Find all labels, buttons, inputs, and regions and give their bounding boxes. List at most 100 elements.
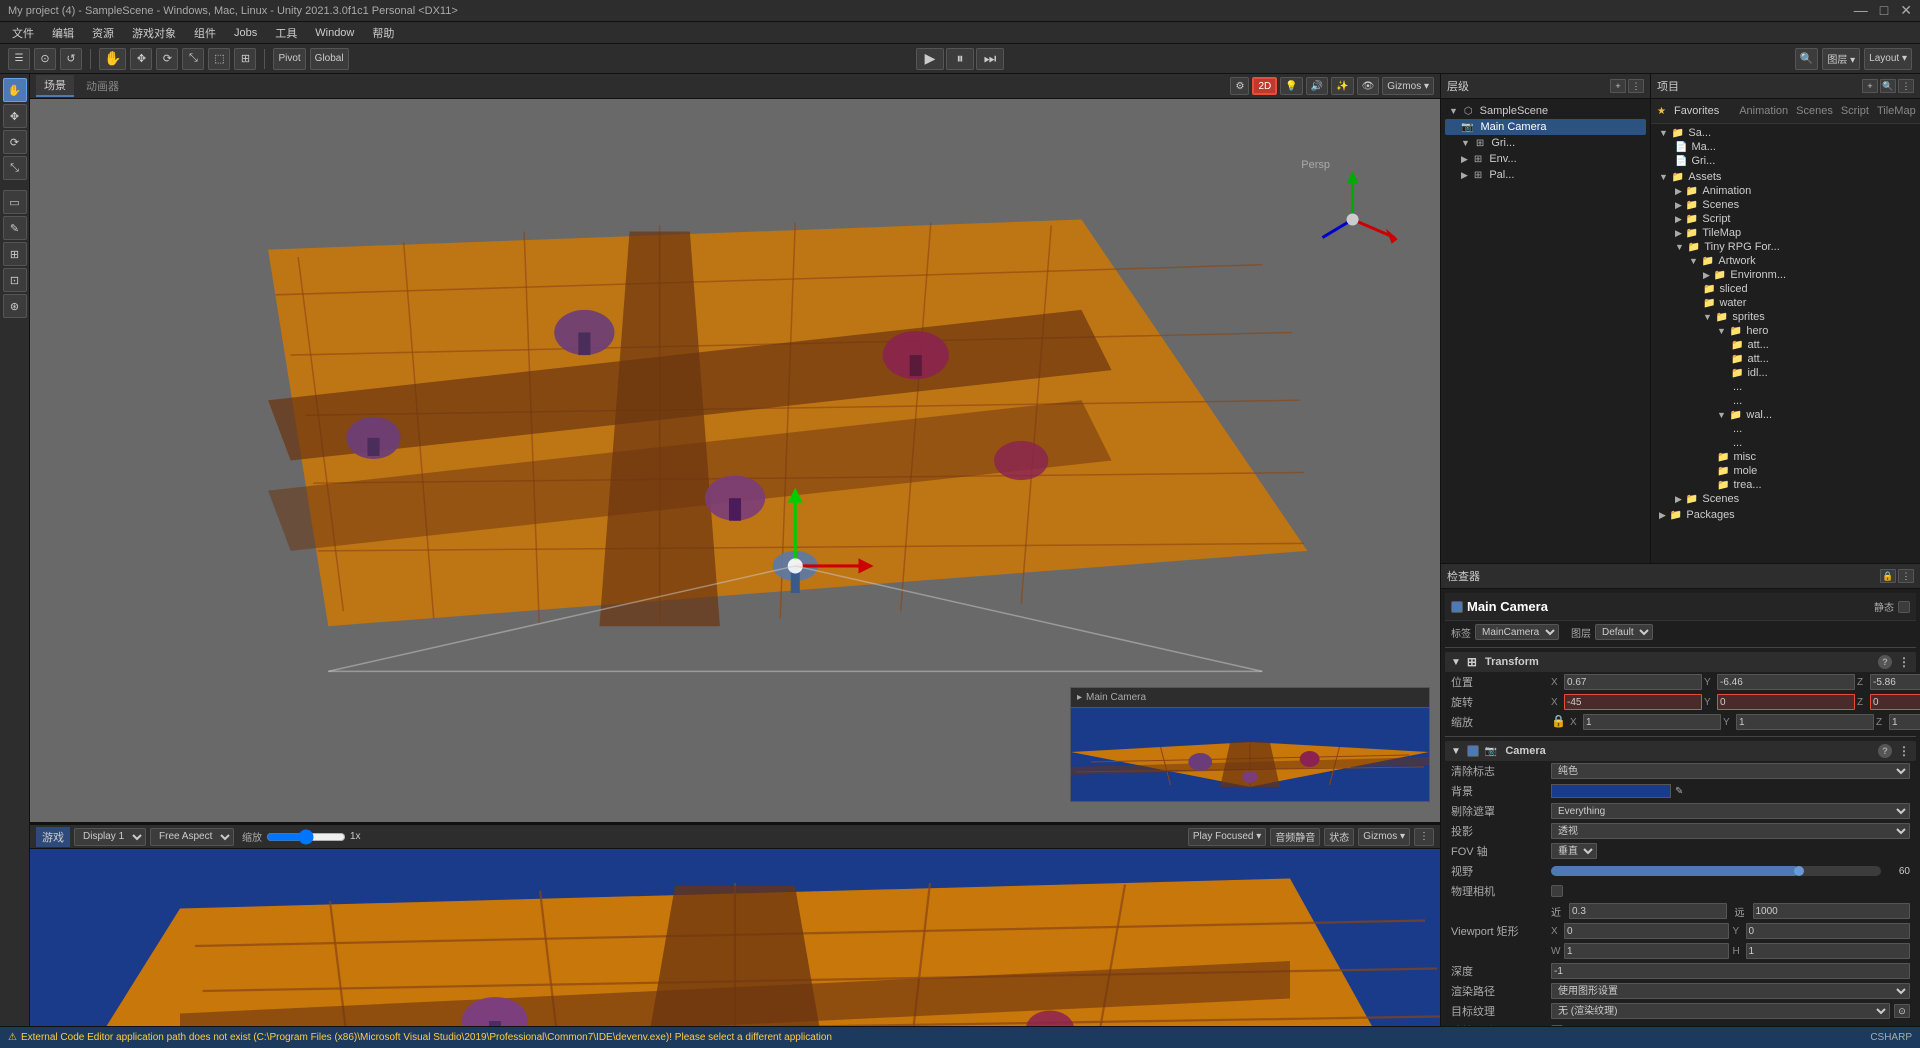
camera-help-btn[interactable]: ? <box>1878 744 1892 758</box>
menu-file[interactable]: 文件 <box>4 23 42 43</box>
layout-dropdown[interactable]: Layout ▾ <box>1864 48 1912 70</box>
hierarchy-item-maincam[interactable]: 📷 Main Camera <box>1445 119 1646 135</box>
project-water[interactable]: 📁 water <box>1655 296 1916 310</box>
menu-gameobject[interactable]: 游戏对象 <box>124 23 184 43</box>
menu-jobs[interactable]: Jobs <box>226 25 265 41</box>
audio-mute-btn[interactable]: 音频静音 <box>1270 828 1320 846</box>
layer-dropdown[interactable]: Default <box>1595 624 1653 640</box>
camera-header[interactable]: ▼ 📷 Camera ? ⋮ <box>1445 741 1916 761</box>
transform-all-btn[interactable]: ⊞ <box>234 48 256 70</box>
project-hero-att1[interactable]: 📁 att... <box>1655 338 1916 352</box>
scene-settings-btn[interactable]: ⚙ <box>1230 77 1249 95</box>
transform-move-btn[interactable]: ✥ <box>130 48 152 70</box>
favorites-label[interactable]: Favorites <box>1674 105 1719 117</box>
minimize-btn[interactable]: — <box>1854 2 1868 19</box>
project-hero-att2[interactable]: 📁 att... <box>1655 352 1916 366</box>
render-path-dropdown[interactable]: 使用图形设置 <box>1551 983 1910 999</box>
pivot-btn[interactable]: Pivot <box>273 48 305 70</box>
scene-gizmos-btn[interactable]: Gizmos ▾ <box>1382 77 1434 95</box>
rot-z-input[interactable]: 0 <box>1870 694 1920 710</box>
project-artwork[interactable]: ▼ 📁 Artwork <box>1655 254 1916 268</box>
tool-hand[interactable]: ✋ <box>3 78 27 102</box>
hierarchy-item-pal[interactable]: ▶ ⊞ Pal... <box>1445 167 1646 183</box>
scene-audio-btn[interactable]: 🔊 <box>1306 77 1328 95</box>
project-wal-item1[interactable]: ... <box>1655 422 1916 436</box>
scene-tab-scene[interactable]: 场景 <box>36 75 74 97</box>
project-search-btn[interactable]: 🔍 <box>1880 79 1896 93</box>
color-edit-btn[interactable]: ✎ <box>1675 786 1683 797</box>
transform-rotate-btn[interactable]: ⟳ <box>156 48 178 70</box>
global-btn[interactable]: Global <box>310 48 349 70</box>
fav-animation[interactable]: Animation <box>1739 105 1788 117</box>
rot-x-input[interactable]: -45 <box>1564 694 1702 710</box>
physics-camera-checkbox[interactable] <box>1551 885 1563 897</box>
camera-menu-btn[interactable]: ⋮ <box>1898 744 1910 758</box>
inspector-lock-btn[interactable]: 🔒 <box>1880 569 1896 583</box>
aspect-select[interactable]: Free Aspect <box>150 828 234 846</box>
play-button[interactable]: ▶ <box>916 48 944 70</box>
game-menu-btn[interactable]: ⋮ <box>1414 828 1434 846</box>
menu-component[interactable]: 组件 <box>186 23 224 43</box>
far-input[interactable]: 1000 <box>1753 903 1911 919</box>
scene-2d-btn[interactable]: 2D <box>1252 77 1277 95</box>
layers-dropdown[interactable]: 图层 ▾ <box>1822 48 1860 70</box>
tool-scale[interactable]: ⤡ <box>3 156 27 180</box>
project-hero[interactable]: ▼ 📁 hero <box>1655 324 1916 338</box>
play-focused-btn[interactable]: Play Focused ▾ <box>1188 828 1266 846</box>
project-script[interactable]: ▶ 📁 Script <box>1655 212 1916 226</box>
static-checkbox[interactable] <box>1898 601 1910 613</box>
fav-scenes[interactable]: Scenes <box>1796 105 1833 117</box>
scale-y-input[interactable]: 1 <box>1736 714 1874 730</box>
vp-h-input[interactable]: 1 <box>1746 943 1911 959</box>
vp-x-input[interactable]: 0 <box>1564 923 1729 939</box>
tag-dropdown[interactable]: MainCamera <box>1475 624 1559 640</box>
hierarchy-menu-btn[interactable]: ⋮ <box>1628 79 1644 93</box>
tool-custom2[interactable]: ⊡ <box>3 268 27 292</box>
scale-x-input[interactable]: 1 <box>1583 714 1721 730</box>
pos-y-input[interactable]: -6.46 <box>1717 674 1855 690</box>
fav-tilemap[interactable]: TileMap <box>1877 105 1916 117</box>
menu-help[interactable]: 帮助 <box>364 23 402 43</box>
tool-edit[interactable]: ✎ <box>3 216 27 240</box>
transform-scale-btn[interactable]: ⤡ <box>182 48 204 70</box>
transform-menu-btn[interactable]: ⋮ <box>1898 655 1910 669</box>
transform-rect-btn[interactable]: ⬚ <box>208 48 230 70</box>
tool-custom1[interactable]: ⊞ <box>3 242 27 266</box>
project-menu-btn[interactable]: ⋮ <box>1898 79 1914 93</box>
fov-dropdown[interactable]: 垂直 <box>1551 843 1597 859</box>
project-wal[interactable]: ▼ 📁 wal... <box>1655 408 1916 422</box>
project-sliced[interactable]: 📁 sliced <box>1655 282 1916 296</box>
project-add-btn[interactable]: + <box>1862 79 1878 93</box>
toolbar-account-btn[interactable]: ☰ <box>8 48 30 70</box>
clear-flags-dropdown[interactable]: 纯色 <box>1551 763 1910 779</box>
menu-tools[interactable]: 工具 <box>267 23 305 43</box>
tool-move[interactable]: ✥ <box>3 104 27 128</box>
fov-slider-thumb[interactable] <box>1794 866 1804 876</box>
culling-mask-dropdown[interactable]: Everything <box>1551 803 1910 819</box>
toolbar-cloud-btn[interactable]: ⊙ <box>34 48 56 70</box>
project-tree-sa[interactable]: ▼ 📁 Sa... <box>1655 126 1916 140</box>
project-hero-item2[interactable]: ... <box>1655 394 1916 408</box>
project-assets-root[interactable]: ▼ 📁 Assets <box>1655 170 1916 184</box>
project-mole[interactable]: 📁 mole <box>1655 464 1916 478</box>
hierarchy-add-btn[interactable]: + <box>1610 79 1626 93</box>
scene-tab-animator[interactable]: 动画器 <box>78 76 127 96</box>
project-sprites[interactable]: ▼ 📁 sprites <box>1655 310 1916 324</box>
project-tinyrpg[interactable]: ▼ 📁 Tiny RPG For... <box>1655 240 1916 254</box>
game-tab[interactable]: 游戏 <box>36 827 70 847</box>
inspector-menu-btn[interactable]: ⋮ <box>1898 569 1914 583</box>
project-wal-item2[interactable]: ... <box>1655 436 1916 450</box>
target-texture-pick-btn[interactable]: ⊙ <box>1894 1004 1910 1018</box>
project-tree-gri[interactable]: 📄 Gri... <box>1655 154 1916 168</box>
fav-script[interactable]: Script <box>1841 105 1869 117</box>
step-button[interactable]: ⏭ <box>976 48 1004 70</box>
pause-button[interactable]: ⏸ <box>946 48 974 70</box>
background-color-box[interactable] <box>1551 784 1671 798</box>
scene-lighting-btn[interactable]: 💡 <box>1280 77 1302 95</box>
project-hero-item1[interactable]: ... <box>1655 380 1916 394</box>
maximize-btn[interactable]: □ <box>1880 2 1888 19</box>
transform-header[interactable]: ▼ ⊞ Transform ? ⋮ <box>1445 652 1916 672</box>
tool-custom3[interactable]: ⊛ <box>3 294 27 318</box>
close-btn[interactable]: ✕ <box>1900 2 1912 19</box>
project-trea[interactable]: 📁 trea... <box>1655 478 1916 492</box>
